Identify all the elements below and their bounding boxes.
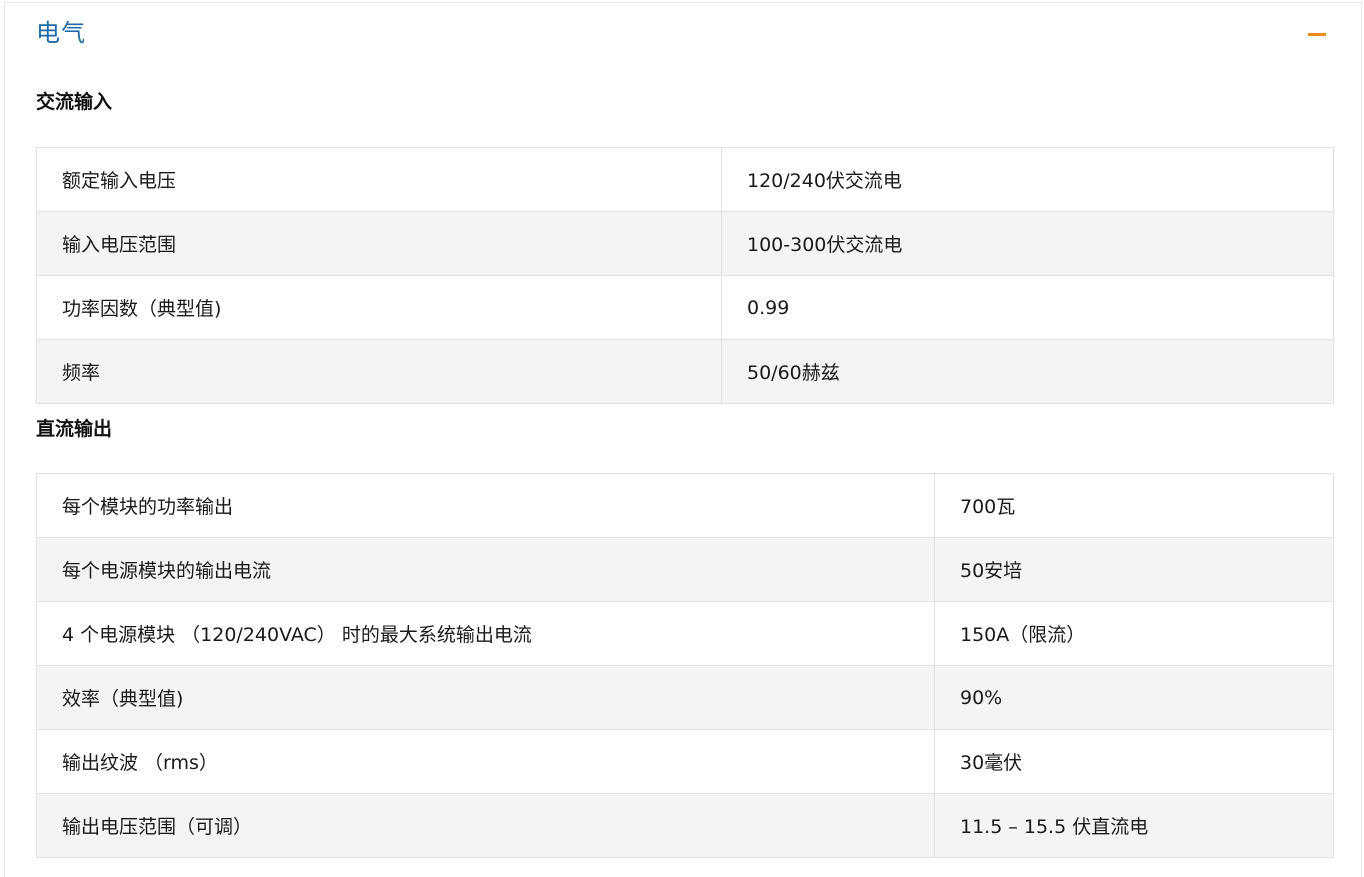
table-row: 效率（典型值) 90% bbox=[36, 665, 1334, 730]
table-row: 输出电压范围（可调） 11.5 – 15.5 伏直流电 bbox=[36, 793, 1334, 858]
spec-value: 120/240伏交流电 bbox=[721, 147, 1334, 212]
table-row: 功率因数（典型值) 0.99 bbox=[36, 275, 1334, 340]
spec-label: 效率（典型值) bbox=[36, 665, 935, 730]
spec-value: 11.5 – 15.5 伏直流电 bbox=[934, 793, 1334, 858]
spec-label: 输出纹波 （rms） bbox=[36, 729, 935, 794]
ac-input-heading: 交流输入 bbox=[36, 91, 113, 113]
dc-output-table: 每个模块的功率输出 700瓦 每个电源模块的输出电流 50安培 4 个电源模块 … bbox=[36, 473, 1334, 858]
spec-label: 额定输入电压 bbox=[36, 147, 722, 212]
spec-label: 功率因数（典型值) bbox=[36, 275, 722, 340]
table-row: 频率 50/60赫兹 bbox=[36, 339, 1334, 404]
spec-value: 700瓦 bbox=[934, 473, 1334, 538]
spec-value: 50/60赫兹 bbox=[721, 339, 1334, 404]
collapse-button[interactable] bbox=[1306, 27, 1330, 43]
table-row: 每个模块的功率输出 700瓦 bbox=[36, 473, 1334, 538]
spec-value: 0.99 bbox=[721, 275, 1334, 340]
ac-input-table: 额定输入电压 120/240伏交流电 输入电压范围 100-300伏交流电 功率… bbox=[36, 147, 1334, 404]
table-row: 每个电源模块的输出电流 50安培 bbox=[36, 537, 1334, 602]
spec-label: 每个模块的功率输出 bbox=[36, 473, 935, 538]
spec-label: 输出电压范围（可调） bbox=[36, 793, 935, 858]
table-row: 4 个电源模块 （120/240VAC） 时的最大系统输出电流 150A（限流） bbox=[36, 601, 1334, 666]
minus-icon bbox=[1308, 33, 1326, 36]
spec-value: 150A（限流） bbox=[934, 601, 1334, 666]
spec-label: 频率 bbox=[36, 339, 722, 404]
spec-value: 50安培 bbox=[934, 537, 1334, 602]
table-row: 输入电压范围 100-300伏交流电 bbox=[36, 211, 1334, 276]
spec-value: 100-300伏交流电 bbox=[721, 211, 1334, 276]
spec-value: 30毫伏 bbox=[934, 729, 1334, 794]
section-title: 电气 bbox=[36, 19, 86, 47]
spec-label: 输入电压范围 bbox=[36, 211, 722, 276]
spec-label: 每个电源模块的输出电流 bbox=[36, 537, 935, 602]
spec-value: 90% bbox=[934, 665, 1334, 730]
dc-output-heading: 直流输出 bbox=[36, 418, 113, 440]
table-row: 额定输入电压 120/240伏交流电 bbox=[36, 147, 1334, 212]
table-row: 输出纹波 （rms） 30毫伏 bbox=[36, 729, 1334, 794]
spec-label: 4 个电源模块 （120/240VAC） 时的最大系统输出电流 bbox=[36, 601, 935, 666]
